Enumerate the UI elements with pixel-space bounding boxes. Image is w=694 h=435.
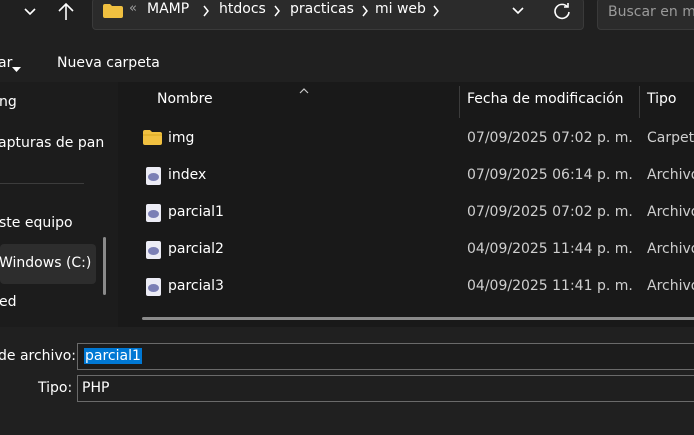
breadcrumb-item-current[interactable]: mi web	[375, 1, 426, 17]
filetype-label: Tipo:	[38, 380, 73, 396]
column-header-modified[interactable]: Fecha de modificación	[467, 91, 624, 107]
php-file-icon	[146, 241, 161, 259]
breadcrumb-item[interactable]: practicas	[290, 1, 354, 17]
file-type: Archivo	[647, 167, 694, 183]
nav-item[interactable]: ng	[0, 94, 17, 110]
php-file-icon	[146, 204, 161, 222]
nav-item-windows-drive[interactable]: Windows (C:)	[0, 255, 91, 271]
php-file-icon	[146, 278, 161, 296]
column-header-type[interactable]: Tipo	[647, 91, 676, 107]
breadcrumb-separator-icon	[432, 5, 440, 21]
file-date: 04/09/2025 11:44 p. m.	[467, 241, 633, 257]
file-type: Archivo	[647, 204, 694, 220]
php-file-icon	[146, 167, 161, 185]
file-date: 04/09/2025 11:41 p. m.	[467, 278, 633, 294]
dropdown-caret-icon[interactable]	[12, 61, 21, 77]
nav-divider	[0, 183, 84, 184]
nav-item-this-pc[interactable]: ste equipo	[0, 215, 73, 231]
filetype-value[interactable]: PHP	[82, 380, 109, 396]
file-name[interactable]: index	[168, 167, 206, 183]
filename-input[interactable]: parcial1	[84, 348, 142, 364]
file-name[interactable]: parcial3	[168, 278, 224, 294]
file-date: 07/09/2025 06:14 p. m.	[467, 167, 633, 183]
nav-item[interactable]: ed	[0, 294, 17, 310]
recent-locations-chevron-icon[interactable]	[22, 4, 38, 20]
file-date: 07/09/2025 07:02 p. m.	[467, 130, 633, 146]
filename-label: de archivo:	[0, 348, 77, 364]
file-type: Archivo	[647, 278, 694, 294]
file-type: Carpeta	[647, 130, 694, 146]
up-arrow-icon[interactable]	[57, 1, 75, 21]
folder-icon	[143, 130, 162, 149]
new-folder-button[interactable]: Nueva carpeta	[57, 55, 160, 71]
file-name[interactable]: parcial2	[168, 241, 224, 257]
horizontal-scrollbar[interactable]	[142, 317, 694, 320]
breadcrumb-overflow[interactable]: «	[129, 1, 137, 16]
breadcrumb-item[interactable]: MAMP	[147, 1, 189, 17]
sort-up-icon	[299, 82, 309, 98]
breadcrumb-separator-icon	[202, 5, 210, 21]
file-name[interactable]: img	[168, 130, 194, 146]
nav-item[interactable]: apturas de pan	[0, 135, 104, 151]
breadcrumb-item[interactable]: htdocs	[219, 1, 266, 17]
navigation-pane	[0, 82, 118, 327]
nav-scrollbar[interactable]	[103, 237, 106, 295]
search-input[interactable]: Buscar en mi	[608, 4, 694, 20]
filename-field[interactable]	[77, 343, 694, 370]
breadcrumb-separator-icon	[361, 5, 369, 21]
column-separator[interactable]	[459, 86, 460, 118]
filetype-select[interactable]	[77, 375, 694, 402]
file-type: Archivo	[647, 241, 694, 257]
file-name[interactable]: parcial1	[168, 204, 224, 220]
organize-button[interactable]: ar	[0, 55, 12, 71]
file-date: 07/09/2025 07:02 p. m.	[467, 204, 633, 220]
refresh-icon[interactable]	[552, 1, 572, 21]
column-header-name[interactable]: Nombre	[157, 91, 213, 107]
breadcrumb-separator-icon	[273, 5, 281, 21]
address-history-chevron-icon[interactable]	[510, 3, 526, 19]
folder-icon	[103, 4, 123, 22]
column-separator[interactable]	[639, 86, 640, 118]
